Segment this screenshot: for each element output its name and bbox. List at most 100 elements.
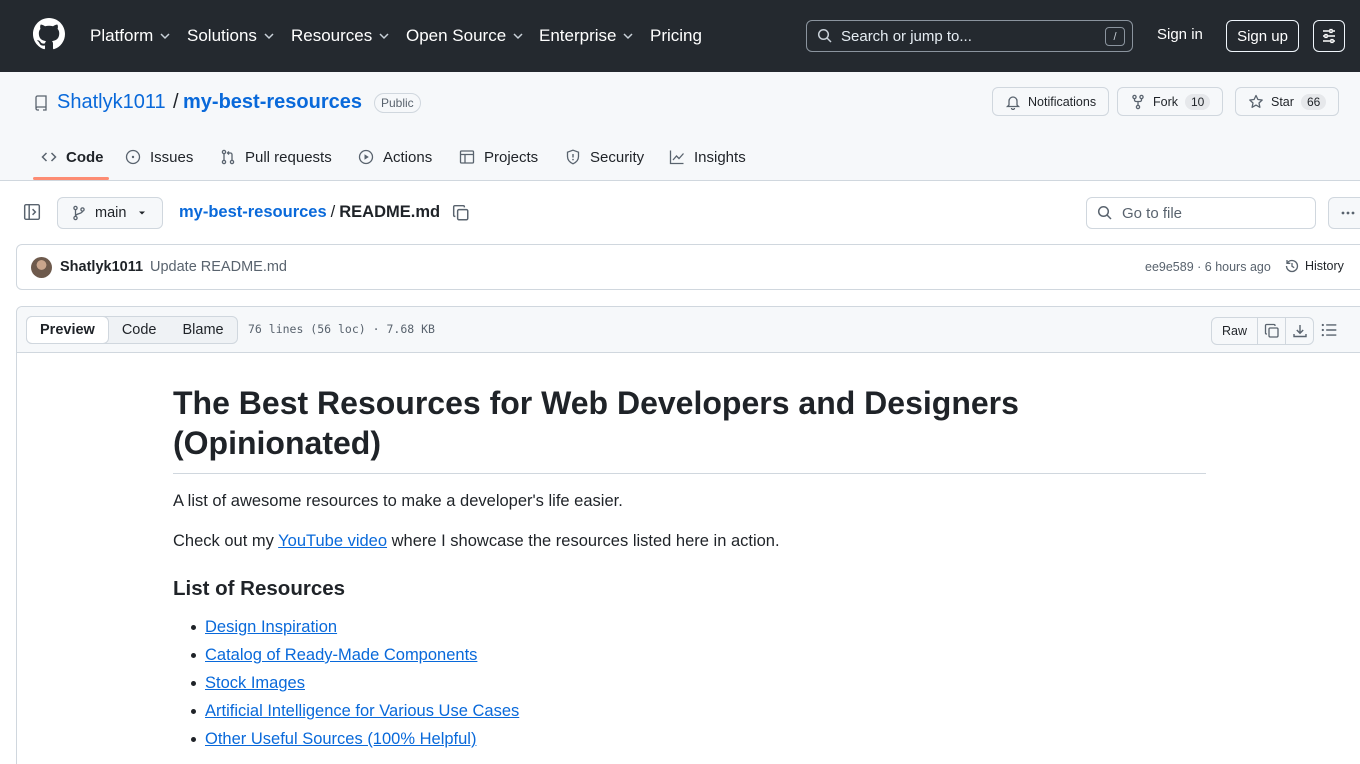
breadcrumb-repo-link[interactable]: my-best-resources [179,203,327,222]
readme-content: The Best Resources for Web Developers an… [173,383,1206,753]
search-icon [817,28,832,43]
global-search-input[interactable]: Search or jump to... / [806,20,1133,52]
commit-author-link[interactable]: Shatlyk1011 [60,259,143,275]
resource-link-other-sources[interactable]: Other Useful Sources (100% Helpful) [205,730,476,748]
list-unordered-icon[interactable] [1320,321,1338,339]
repo-header: Shatlyk1011 / my-best-resources Public N… [0,72,1360,181]
sign-up-button[interactable]: Sign up [1226,20,1299,52]
file-info: 76 lines (56 loc) · 7.68 KB [248,322,435,336]
table-icon [459,150,475,164]
resource-link-components[interactable]: Catalog of Ready-Made Components [205,646,477,664]
youtube-video-link[interactable]: YouTube video [278,532,387,550]
github-logo-icon[interactable] [33,18,65,50]
fork-count: 10 [1185,93,1211,110]
graph-icon [669,150,684,165]
more-options-button[interactable] [1328,197,1360,229]
sidebar-expand-icon[interactable] [23,203,41,221]
notifications-button[interactable]: Notifications [992,87,1110,116]
download-button[interactable] [1285,318,1313,344]
commit-message-link[interactable]: Update README.md [150,259,287,275]
readme-title: The Best Resources for Web Developers an… [173,383,1206,474]
repo-icon [35,95,47,111]
resource-link-stock-images[interactable]: Stock Images [205,674,305,692]
resources-list: Design Inspiration Catalog of Ready-Made… [173,613,1206,753]
play-icon [358,149,374,165]
chevron-down-icon [623,33,634,40]
code-icon [41,152,57,162]
commit-sha-and-time[interactable]: ee9e589 · 6 hours ago [1145,260,1271,274]
repo-owner-link[interactable]: Shatlyk1011 [57,91,166,114]
global-header: Platform Solutions Resources Open Source… [0,0,1360,72]
tab-pull-requests[interactable]: Pull requests [220,145,332,169]
nav-pricing[interactable]: Pricing [650,25,702,47]
resource-link-ai[interactable]: Artificial Intelligence for Various Use … [205,702,519,720]
branch-name: main [95,205,127,221]
tab-issues[interactable]: Issues [125,145,193,169]
bell-icon [1005,95,1021,110]
tab-security[interactable]: Security [565,145,644,169]
tab-insights[interactable]: Insights [669,145,746,169]
repo-name-link[interactable]: my-best-resources [183,91,362,114]
kebab-horizontal-icon [1341,211,1355,215]
history-icon [1285,259,1299,273]
tab-code[interactable]: Code [41,145,104,169]
go-to-file-input[interactable]: Go to file [1086,197,1316,229]
sign-in-link[interactable]: Sign in [1157,26,1203,43]
readme-intro: A list of awesome resources to make a de… [173,492,623,510]
search-placeholder: Search or jump to... [841,27,972,45]
chevron-down-icon [513,33,523,40]
breadcrumb-file-name: README.md [339,203,441,221]
git-branch-icon [73,205,85,221]
caret-down-icon [139,211,146,215]
star-button[interactable]: Star 66 [1235,87,1340,116]
view-preview-button[interactable]: Preview [26,316,109,344]
view-code-button[interactable]: Code [109,317,170,343]
list-item: Design Inspiration [173,613,1206,641]
search-shortcut-key: / [1105,27,1125,46]
repo-path-separator: / [173,91,179,113]
git-pull-request-icon [221,149,235,165]
list-item: Catalog of Ready-Made Components [173,641,1206,669]
active-tab-indicator [33,177,109,180]
sliders-icon [1323,28,1335,44]
chevron-down-icon [264,33,274,40]
nav-resources[interactable]: Resources [291,25,390,47]
view-blame-button[interactable]: Blame [170,317,237,343]
breadcrumb: my-best-resources / README.md [179,203,440,222]
copy-raw-button[interactable] [1257,318,1285,344]
avatar[interactable] [31,257,52,278]
copy-icon[interactable] [452,204,470,222]
tab-actions[interactable]: Actions [358,145,432,169]
breadcrumb-separator: / [330,203,336,221]
fork-icon [1132,94,1144,109]
raw-button[interactable]: Raw [1212,318,1257,344]
command-palette-button[interactable] [1313,20,1345,52]
chevron-down-icon [160,33,170,40]
resources-heading: List of Resources [173,577,346,600]
star-count: 66 [1300,93,1327,110]
nav-enterprise[interactable]: Enterprise [539,25,634,47]
shield-icon [566,149,580,165]
star-icon [1249,94,1263,108]
nav-platform[interactable]: Platform [90,25,171,47]
nav-solutions[interactable]: Solutions [187,25,275,47]
file-actions-group: Raw [1211,317,1315,345]
chevron-down-icon [379,33,389,40]
search-icon [1097,205,1112,220]
file-header: Preview Code Blame 76 lines (56 loc) · 7… [17,307,1360,353]
latest-commit-bar: Shatlyk1011 Update README.md ee9e589 · 6… [16,244,1360,290]
resource-link-design-inspiration[interactable]: Design Inspiration [205,618,337,636]
fork-button[interactable]: Fork 10 [1117,87,1224,116]
readme-checkout-paragraph: Check out my YouTube video where I showc… [173,532,780,550]
list-item: Artificial Intelligence for Various Use … [173,697,1206,725]
go-to-file-placeholder: Go to file [1122,204,1183,222]
branch-selector-button[interactable]: main [57,197,163,229]
nav-open-source[interactable]: Open Source [406,25,524,47]
download-icon [1292,325,1307,338]
issue-opened-icon [125,149,141,165]
tab-projects[interactable]: Projects [459,145,538,169]
copy-icon [1264,323,1279,338]
view-mode-switch: Preview Code Blame [26,316,238,344]
visibility-badge: Public [374,93,421,113]
history-button[interactable]: History [1284,258,1344,274]
